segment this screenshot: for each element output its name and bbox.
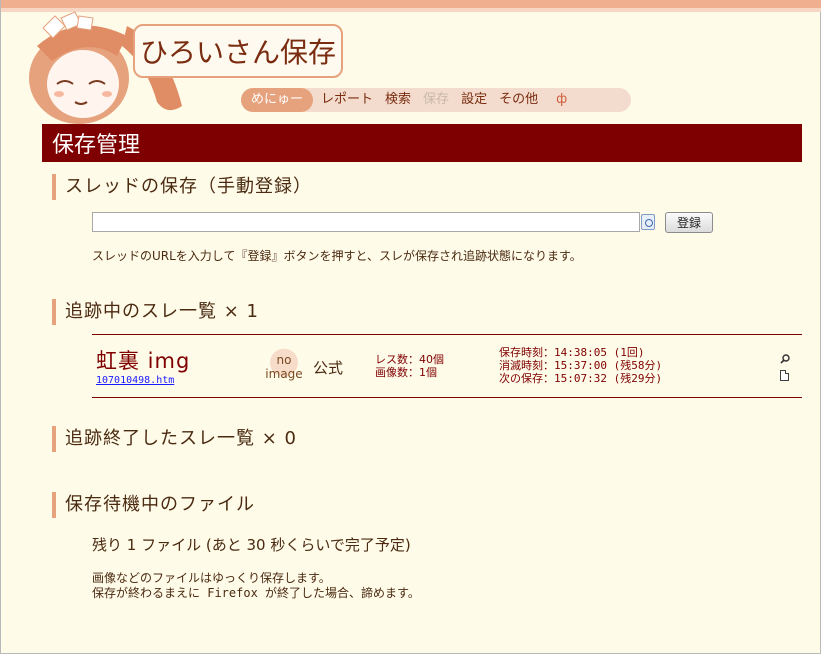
menu-item-save: 保存 [423,92,450,107]
section-heading-manual-save: スレッドの保存（手動登録） [52,174,312,200]
no-image-line1: no [276,353,292,367]
section-heading-pending: 保存待機中のファイル [52,492,255,518]
table-row: 虹裏 img 107010498.htm no image 公式 レス数：40個… [92,334,802,398]
register-button[interactable]: 登録 [665,212,713,233]
thread-kind: 公式 [313,359,344,377]
site-logo[interactable]: ひろいさん保存 [133,24,343,78]
pending-note: 画像などのファイルはゆっくり保存します。 保存が終わるまえに Firefox が… [92,571,420,601]
thread-counts: レス数：40個 画像数：1個 [375,353,444,379]
thread-times: 保存時刻：14:38:05 (1回) 消滅時刻：15:37:00 (残58分) … [499,346,662,385]
section-heading-finished: 追跡終了したスレ一覧 × 0 [52,426,297,452]
menu-item-report[interactable]: レポート [315,88,379,112]
res-count: レス数：40個 [375,353,444,366]
menu-item-extra[interactable]: ф [550,88,573,112]
thread-title[interactable]: 虹裏 img [96,345,190,375]
menu-item-menu[interactable]: めにゅー [241,88,314,112]
pending-note-line2: 保存が終わるまえに Firefox が終了した場合、諦めます。 [92,586,420,600]
pending-remaining: 残り 1 ファイル (あと 30 秒くらいで完了予定) [92,536,411,554]
image-count: 画像数：1個 [375,366,437,379]
main-menu: めにゅー レポート 検索 保存 設定 その他 ф [241,88,631,112]
document-icon[interactable] [780,370,789,381]
no-image-placeholder: no image [262,345,306,389]
no-image-line2: image [265,367,303,381]
saved-time: 保存時刻：14:38:05 (1回) [499,346,645,359]
pending-note-line1: 画像などのファイルはゆっくり保存します。 [92,571,331,585]
site-logo-text: ひろいさん保存 [139,36,336,69]
thread-file-link[interactable]: 107010498.htm [96,375,174,386]
menu-item-search[interactable]: 検索 [379,88,417,112]
thread-url-input[interactable] [92,212,640,232]
next-save-time: 次の保存：15:07:32 (残29分) [499,372,663,385]
expire-time: 消滅時刻：15:37:00 (残58分) [499,359,663,372]
page-title: 保存管理 [42,124,802,162]
no-image-text: no image [262,353,306,381]
page-title-text: 保存管理 [52,133,141,158]
section-heading-tracking: 追跡中のスレ一覧 × 1 [52,299,259,325]
menu-item-settings[interactable]: 設定 [455,88,493,112]
paste-icon[interactable] [641,214,655,230]
menu-item-other[interactable]: その他 [493,88,544,112]
register-hint: スレッドのURLを入力して『登録』ボタンを押すと、スレが保存され追跡状態になりま… [92,249,582,263]
zoom-icon[interactable] [780,354,790,364]
